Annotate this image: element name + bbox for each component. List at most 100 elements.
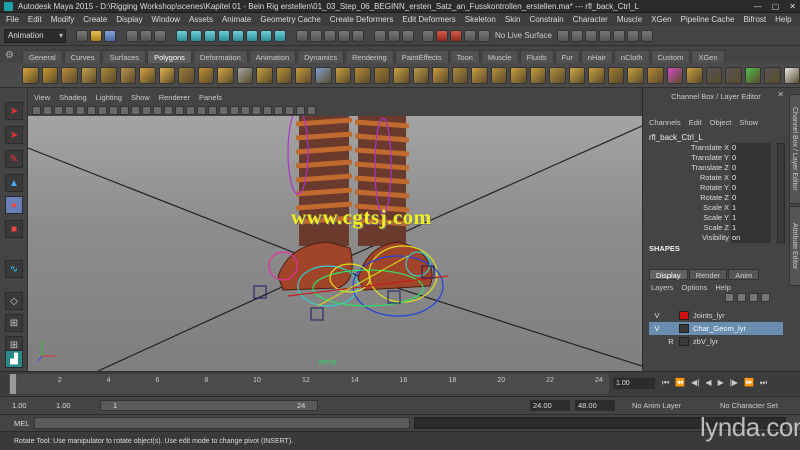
wedge-icon[interactable]	[568, 66, 586, 84]
chamfer-icon[interactable]	[607, 66, 625, 84]
mel-label[interactable]: MEL	[14, 419, 29, 428]
combine-icon[interactable]	[256, 66, 273, 84]
channel-value[interactable]: 1	[731, 223, 771, 233]
channel-box-scrollbar[interactable]	[777, 143, 785, 243]
merge-vertices-icon[interactable]	[627, 66, 644, 84]
rotate-tool-icon[interactable]: ●	[5, 196, 23, 214]
new-layer-from-selection-icon[interactable]	[761, 293, 770, 302]
channel-row[interactable]: Rotate Z0	[643, 193, 787, 203]
channel-value[interactable]: on	[731, 233, 771, 243]
tab-anim[interactable]: Anim	[728, 269, 760, 280]
shadows-icon[interactable]	[208, 105, 217, 115]
select-hierarchy-icon[interactable]	[126, 29, 138, 42]
poly-platonic-icon[interactable]	[236, 66, 254, 84]
motion-blur-icon[interactable]	[230, 105, 239, 115]
layer-visibility-toggle[interactable]: V	[649, 324, 665, 333]
four-view-layout-icon[interactable]: ⊞	[5, 314, 23, 332]
wireframe-icon[interactable]	[153, 105, 162, 115]
current-time-indicator[interactable]	[10, 374, 16, 394]
layers-menu[interactable]: Layers	[651, 283, 674, 292]
shelf-options-icon[interactable]: ⚙	[5, 50, 17, 62]
viewport-3d[interactable]: persp www.cgtsj.com	[28, 116, 642, 371]
show-menu[interactable]: Show	[739, 118, 758, 127]
poke-icon[interactable]	[588, 66, 605, 84]
collapse-icon[interactable]	[647, 66, 664, 84]
offset-edge-loop-icon[interactable]	[490, 66, 508, 84]
channel-row[interactable]: Scale Z1	[643, 223, 787, 233]
panel-menu-shading[interactable]: Shading	[59, 92, 87, 104]
maximize-button[interactable]: ▢	[772, 0, 780, 13]
layer-row[interactable]: RzbV_lyr	[649, 335, 783, 348]
shelf-tab-general[interactable]: General	[22, 50, 63, 63]
save-scene-icon[interactable]	[104, 29, 116, 42]
menu-pipeline-cache[interactable]: Pipeline Cache	[681, 13, 735, 26]
menu-edit-deformers[interactable]: Edit Deformers	[402, 13, 455, 26]
ipr-render-icon[interactable]	[450, 29, 462, 42]
step-forward-key-icon[interactable]: ⏩	[744, 378, 754, 388]
shelf-tab-toon[interactable]: Toon	[449, 50, 480, 63]
poly-cone-icon[interactable]	[80, 66, 98, 84]
uv-unfold-icon[interactable]	[744, 66, 762, 84]
mask-handles-icon[interactable]	[176, 29, 188, 42]
graph-layout-icon[interactable]: ▟	[5, 350, 23, 368]
shelf-tab-fluids[interactable]: Fluids	[519, 50, 554, 63]
step-back-frame-icon[interactable]: ◀|	[691, 378, 699, 388]
object-menu[interactable]: Object	[710, 118, 732, 127]
channel-box-close-icon[interactable]: ✕	[777, 90, 784, 99]
help-menu[interactable]: Help	[715, 283, 730, 292]
gate-mask-icon[interactable]	[109, 105, 118, 115]
channel-value[interactable]: 1	[731, 203, 771, 213]
command-input[interactable]	[34, 417, 410, 429]
animation-start-field[interactable]: 1.00	[56, 400, 71, 411]
character-set-dropdown[interactable]: No Character Set	[720, 400, 778, 411]
menu-xgen[interactable]: XGen	[651, 13, 671, 26]
attribute-editor-icon[interactable]	[626, 29, 639, 42]
menu-bifrost[interactable]: Bifrost	[743, 13, 766, 26]
panel-menu-view[interactable]: View	[34, 92, 50, 104]
split-polygon-icon[interactable]	[451, 66, 469, 84]
channel-row[interactable]: Translate Y0	[643, 153, 787, 163]
menu-skeleton[interactable]: Skeleton	[465, 13, 496, 26]
depth-of-field-icon[interactable]	[296, 105, 305, 115]
camera-attributes-icon[interactable]	[43, 105, 52, 115]
layer-name[interactable]: Char_Geom_lyr	[691, 324, 746, 333]
hypershade-icon[interactable]	[478, 29, 490, 42]
ambient-occlusion-icon[interactable]	[219, 105, 228, 115]
poly-cube-icon[interactable]	[41, 66, 59, 84]
mask-rendering-icon[interactable]	[260, 29, 272, 42]
go-to-start-icon[interactable]: ⏮	[662, 378, 669, 388]
layer-visibility-toggle[interactable]: V	[649, 311, 665, 320]
hud-icon[interactable]	[307, 105, 316, 115]
edit-menu[interactable]: Edit	[689, 118, 702, 127]
shelf-tab-fur[interactable]: Fur	[554, 50, 580, 63]
checker-planar-icon[interactable]	[705, 66, 723, 84]
poly-cylinder-icon[interactable]	[61, 66, 78, 84]
sculpt-icon[interactable]	[666, 66, 684, 84]
layer-color-swatch[interactable]	[679, 324, 689, 333]
tab-attribute-editor[interactable]: Attribute Editor	[789, 206, 800, 286]
bridge-icon[interactable]	[529, 66, 547, 84]
poly-helix-icon[interactable]	[197, 66, 215, 84]
history-icon[interactable]	[374, 29, 386, 42]
fill-hole-icon[interactable]	[412, 66, 430, 84]
step-forward-frame-icon[interactable]: |▶	[730, 378, 738, 388]
mirror-geometry-icon[interactable]	[393, 66, 410, 84]
layer-display-type-toggle[interactable]: R	[665, 337, 677, 346]
poly-soccer-ball-icon[interactable]	[217, 66, 234, 84]
xray-icon[interactable]	[252, 105, 261, 115]
menu-set-dropdown[interactable]: Animation	[4, 28, 66, 43]
new-layer-icon[interactable]	[749, 293, 758, 302]
shelf-tab-painteffects[interactable]: PaintEffects	[394, 50, 449, 63]
step-back-key-icon[interactable]: ⏪	[675, 378, 685, 388]
shelf-tab-deformation[interactable]: Deformation	[192, 50, 248, 63]
channel-value[interactable]: 0	[731, 193, 771, 203]
menu-constrain[interactable]: Constrain	[529, 13, 563, 26]
paint-select-tool-icon[interactable]: ✎	[5, 150, 23, 168]
layer-color-swatch[interactable]	[679, 311, 689, 320]
channel-label[interactable]: Visibility	[643, 233, 731, 243]
xray-joints-icon[interactable]	[263, 105, 272, 115]
channel-value[interactable]: 0	[731, 173, 771, 183]
snap-grid-icon[interactable]	[296, 29, 308, 42]
render-current-frame-icon[interactable]	[436, 29, 448, 42]
transform-constraint-icon[interactable]	[584, 29, 597, 42]
